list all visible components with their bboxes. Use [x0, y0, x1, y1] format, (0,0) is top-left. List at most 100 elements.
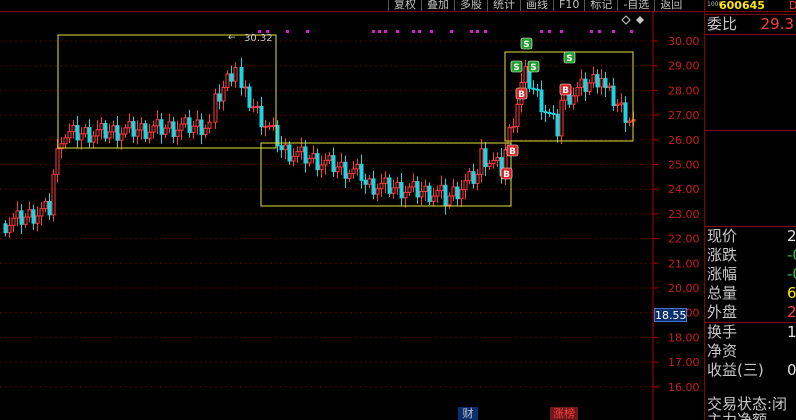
- candle-body: [291, 155, 296, 162]
- quote-panel: 1000 600645 D 委比 29.3 现价2涨跌-0涨幅-0.总量69外盘…: [704, 0, 796, 420]
- kline-chart[interactable]: 30.00 29.00 28.00 27.00 26.00 25.00 24.00 23.00…: [0, 12, 704, 420]
- candle-body: [199, 119, 204, 136]
- candle-body: [515, 103, 520, 127]
- candle-body: [335, 166, 340, 173]
- candle-body: [103, 123, 108, 139]
- candle-body: [423, 185, 428, 193]
- chart-corner-icons: [621, 15, 644, 25]
- candle-body: [419, 191, 424, 198]
- restore-rights-button[interactable]: 复权: [388, 0, 421, 11]
- signal-label: B: [509, 147, 516, 157]
- quote-stat-label: 总量: [707, 284, 738, 302]
- candle-body: [107, 131, 112, 139]
- f10-button[interactable]: F10: [553, 0, 584, 11]
- candle-body: [243, 86, 248, 89]
- candle-body: [403, 191, 408, 199]
- tick-label: 18.00: [668, 331, 700, 344]
- candle-body: [319, 164, 324, 171]
- signal-label: B: [518, 90, 525, 100]
- candle-body: [447, 195, 452, 206]
- candle-body: [299, 146, 304, 153]
- quote-stat-value: -0.: [787, 265, 796, 283]
- magenta-dot: [430, 30, 433, 33]
- diamond-filled-icon[interactable]: [636, 16, 644, 24]
- back-button[interactable]: 返回: [654, 0, 687, 11]
- candle-body: [35, 215, 40, 224]
- quote-stat-row: 涨幅 -0.: [705, 265, 796, 284]
- sell-orders: [705, 35, 796, 130]
- tick-label: 21.00: [668, 257, 700, 270]
- candle-body: [287, 144, 292, 162]
- magenta-dot: [418, 30, 421, 33]
- candle-body: [359, 163, 364, 181]
- candle-body: [83, 127, 88, 135]
- candle-body: [483, 148, 488, 167]
- candle-body: [43, 200, 48, 210]
- candle-body: [11, 217, 16, 226]
- candle-body: [555, 113, 560, 137]
- candle-body: [163, 127, 168, 135]
- draw-line-button[interactable]: 画线: [520, 0, 553, 11]
- candle-body: [355, 163, 360, 170]
- magenta-dot: [612, 30, 615, 33]
- candle-body: [535, 88, 540, 91]
- candle-body: [175, 129, 180, 137]
- candle-body: [487, 163, 492, 167]
- candle-body: [179, 123, 184, 131]
- magenta-dot: [476, 30, 479, 33]
- statistics-button[interactable]: 统计: [487, 0, 520, 11]
- multi-stock-button[interactable]: 多股: [454, 0, 487, 11]
- tick-label: 23.00: [668, 208, 700, 221]
- candle-body: [579, 78, 584, 88]
- candle-body: [539, 89, 544, 113]
- magenta-dot: [548, 30, 551, 33]
- magenta-dot: [470, 30, 473, 33]
- mark-button[interactable]: 标记: [584, 0, 617, 11]
- quote-stat-value: 27: [787, 303, 796, 321]
- overlay-button[interactable]: 叠加: [421, 0, 454, 11]
- candle-body: [547, 112, 552, 115]
- quote-stats-extra: 换手 1. 净资收益(三) 0.: [705, 323, 796, 380]
- candle-body: [363, 179, 368, 185]
- candle-body: [27, 209, 32, 218]
- candle-body: [263, 125, 268, 128]
- stock-code-suffix: D: [789, 0, 796, 12]
- stock-chart-app: 复权 叠加 多股 统计 画线 F10 标记 -自选 返回 30.00 29.00 2…: [0, 0, 796, 420]
- candle-body: [39, 208, 44, 217]
- weibi-row: 委比 29.3: [705, 15, 796, 34]
- stock-code[interactable]: 600645: [719, 0, 765, 12]
- tick-label: 27.00: [668, 109, 700, 122]
- candle-body: [431, 195, 436, 202]
- candle-body: [195, 119, 200, 127]
- candle-body: [615, 103, 620, 107]
- finance-tag[interactable]: 财: [463, 406, 474, 420]
- main-net-label: 主力净额: [707, 411, 768, 420]
- candle-body: [225, 73, 230, 88]
- candle-body: [295, 151, 300, 157]
- sell-order-row: [705, 73, 796, 92]
- candle-body: [415, 181, 420, 198]
- candle-body: [395, 181, 400, 189]
- sell-order-row: [705, 54, 796, 73]
- candle-body: [131, 121, 136, 137]
- diamond-icon[interactable]: [621, 15, 631, 25]
- remove-watchlist-button[interactable]: -自选: [617, 0, 654, 11]
- candle-body: [91, 135, 96, 143]
- candle-body: [407, 186, 412, 193]
- current-price-label: 18.55: [654, 308, 687, 322]
- peak-price-label: 30.32: [244, 33, 273, 44]
- magenta-dot: [598, 30, 601, 33]
- candle-body: [217, 93, 222, 102]
- candle-body: [371, 178, 376, 195]
- gain-rank-tag[interactable]: 涨榜: [553, 406, 575, 420]
- candle-body: [147, 131, 152, 139]
- candle-body: [391, 187, 396, 194]
- candle-body: [259, 105, 264, 128]
- tick-label: 16.00: [668, 381, 700, 394]
- candle-body: [119, 133, 124, 141]
- magenta-dot: [378, 30, 381, 33]
- candle-body: [339, 161, 344, 168]
- candle-body: [71, 124, 76, 133]
- candle-body: [99, 123, 104, 131]
- candle-body: [411, 181, 416, 188]
